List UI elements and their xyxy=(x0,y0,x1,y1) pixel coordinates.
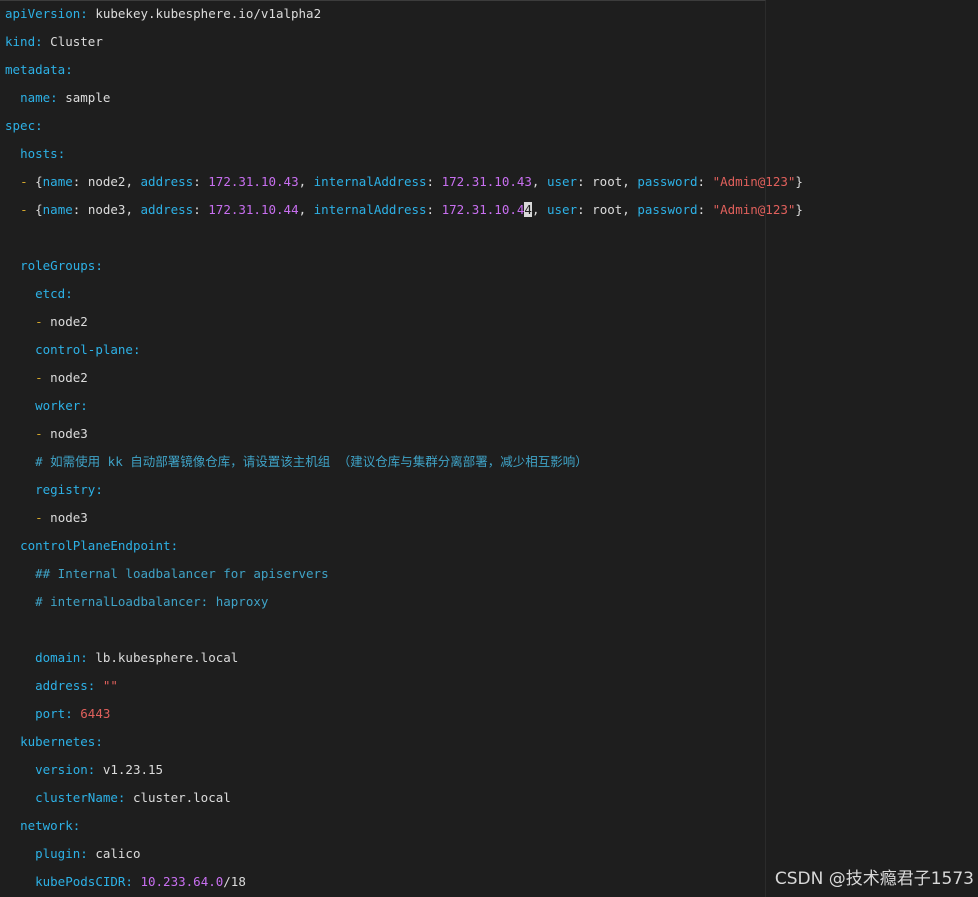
text-cursor: 4 xyxy=(524,202,532,217)
code-line[interactable]: plugin: calico xyxy=(5,844,140,864)
code-line[interactable]: registry: xyxy=(5,480,103,500)
code-line[interactable]: clusterName: cluster.local xyxy=(5,788,231,808)
code-line[interactable]: ## Internal loadbalancer for apiservers xyxy=(5,564,329,584)
code-line[interactable]: etcd: xyxy=(5,284,73,304)
code-line[interactable]: port: 6443 xyxy=(5,704,110,724)
code-line[interactable]: version: v1.23.15 xyxy=(5,760,163,780)
code-line[interactable]: # 如需使用 kk 自动部署镜像仓库，请设置该主机组 （建议仓库与集群分离部署，… xyxy=(5,452,588,472)
code-line[interactable]: - {name: node2, address: 172.31.10.43, i… xyxy=(5,172,803,192)
code-line[interactable]: controlPlaneEndpoint: xyxy=(5,536,178,556)
code-line[interactable]: address: "" xyxy=(5,676,118,696)
code-line[interactable]: metadata: xyxy=(5,60,73,80)
code-line[interactable]: # internalLoadbalancer: haproxy xyxy=(5,592,268,612)
code-line[interactable]: name: sample xyxy=(5,88,110,108)
code-line[interactable]: kubernetes: xyxy=(5,732,103,752)
code-line[interactable]: - node2 xyxy=(5,312,88,332)
code-line[interactable]: - {name: node3, address: 172.31.10.44, i… xyxy=(5,200,803,220)
code-line[interactable]: - node2 xyxy=(5,368,88,388)
code-line[interactable]: spec: xyxy=(5,116,43,136)
code-line[interactable]: - node3 xyxy=(5,424,88,444)
code-line[interactable]: control-plane: xyxy=(5,340,140,360)
code-line[interactable]: - node3 xyxy=(5,508,88,528)
csdn-watermark: CSDN @技术瘾君子1573 xyxy=(774,869,974,889)
code-line[interactable]: apiVersion: kubekey.kubesphere.io/v1alph… xyxy=(5,4,321,24)
code-line[interactable]: worker: xyxy=(5,396,88,416)
yaml-code-editor[interactable]: apiVersion: kubekey.kubesphere.io/v1alph… xyxy=(0,0,803,897)
code-line[interactable]: roleGroups: xyxy=(5,256,103,276)
code-line[interactable]: domain: lb.kubesphere.local xyxy=(5,648,238,668)
code-line[interactable]: network: xyxy=(5,816,80,836)
code-line[interactable]: kubePodsCIDR: 10.233.64.0/18 xyxy=(5,872,246,892)
code-line[interactable]: kind: Cluster xyxy=(5,32,103,52)
code-line[interactable]: hosts: xyxy=(5,144,65,164)
